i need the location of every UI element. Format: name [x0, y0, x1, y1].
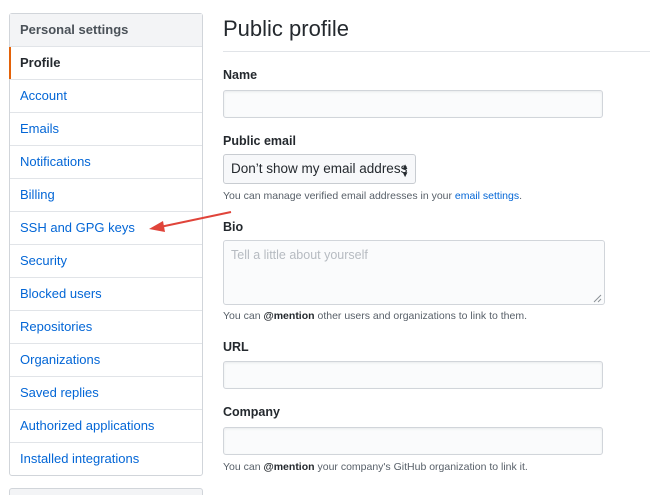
bio-note-prefix: You can — [223, 310, 264, 322]
bio-note-mention: @mention — [263, 310, 315, 322]
sidebar-item-profile[interactable]: Profile — [9, 47, 202, 80]
sidebar-item-account[interactable]: Account — [10, 80, 202, 113]
sidebar-item-billing[interactable]: Billing — [10, 179, 202, 212]
bio-textarea[interactable] — [223, 240, 605, 305]
page-title: Public profile — [223, 16, 349, 41]
bio-note-suffix: other users and organizations to link to… — [314, 310, 528, 322]
settings-sidebar: Personal settings Profile Account Emails… — [9, 13, 203, 476]
sidebar-item-blocked-users[interactable]: Blocked users — [10, 278, 202, 311]
sidebar-item-organizations[interactable]: Organizations — [10, 344, 202, 377]
bio-label: Bio — [223, 220, 244, 234]
company-label: Company — [223, 405, 280, 419]
updown-caret-icon: ▲ ▼ — [401, 162, 409, 179]
url-label: URL — [223, 340, 249, 354]
public-email-label: Public email — [223, 134, 296, 148]
company-note-mention: @mention — [263, 461, 315, 473]
sidebar-item-saved-replies[interactable]: Saved replies — [10, 377, 202, 410]
title-divider — [223, 51, 650, 52]
company-note-suffix: your company's GitHub organization to li… — [314, 461, 528, 473]
resize-grip-icon[interactable] — [593, 294, 602, 303]
sidebar-item-repositories[interactable]: Repositories — [10, 311, 202, 344]
sidebar-item-authorized-applications[interactable]: Authorized applications — [10, 410, 202, 443]
sidebar-item-notifications[interactable]: Notifications — [10, 146, 202, 179]
sidebar-item-security[interactable]: Security — [10, 245, 202, 278]
url-input[interactable] — [223, 361, 603, 389]
company-input[interactable] — [223, 427, 603, 455]
public-email-select[interactable]: Don’t show my email address ▲ ▼ — [223, 154, 416, 184]
sidebar-item-ssh-gpg-keys[interactable]: SSH and GPG keys — [10, 212, 202, 245]
sidebar-heading: Personal settings — [10, 14, 202, 47]
public-email-note-suffix: . — [519, 190, 523, 202]
sidebar-item-emails[interactable]: Emails — [10, 113, 202, 146]
public-email-note: You can manage verified email addresses … — [223, 190, 522, 202]
name-label: Name — [223, 68, 258, 82]
sidebar-item-installed-integrations[interactable]: Installed integrations — [10, 443, 202, 475]
company-note-prefix: You can — [223, 461, 264, 473]
secondary-sidebar-box — [9, 488, 203, 495]
company-note: You can @mention your company's GitHub o… — [223, 461, 528, 473]
public-email-note-text: You can manage verified email addresses … — [223, 190, 455, 202]
bio-note: You can @mention other users and organiz… — [223, 310, 527, 322]
settings-page: Personal settings Profile Account Emails… — [0, 0, 650, 495]
email-settings-link[interactable]: email settings — [455, 190, 519, 202]
name-input[interactable] — [223, 90, 603, 118]
public-email-selected-value: Don’t show my email address — [231, 161, 408, 176]
